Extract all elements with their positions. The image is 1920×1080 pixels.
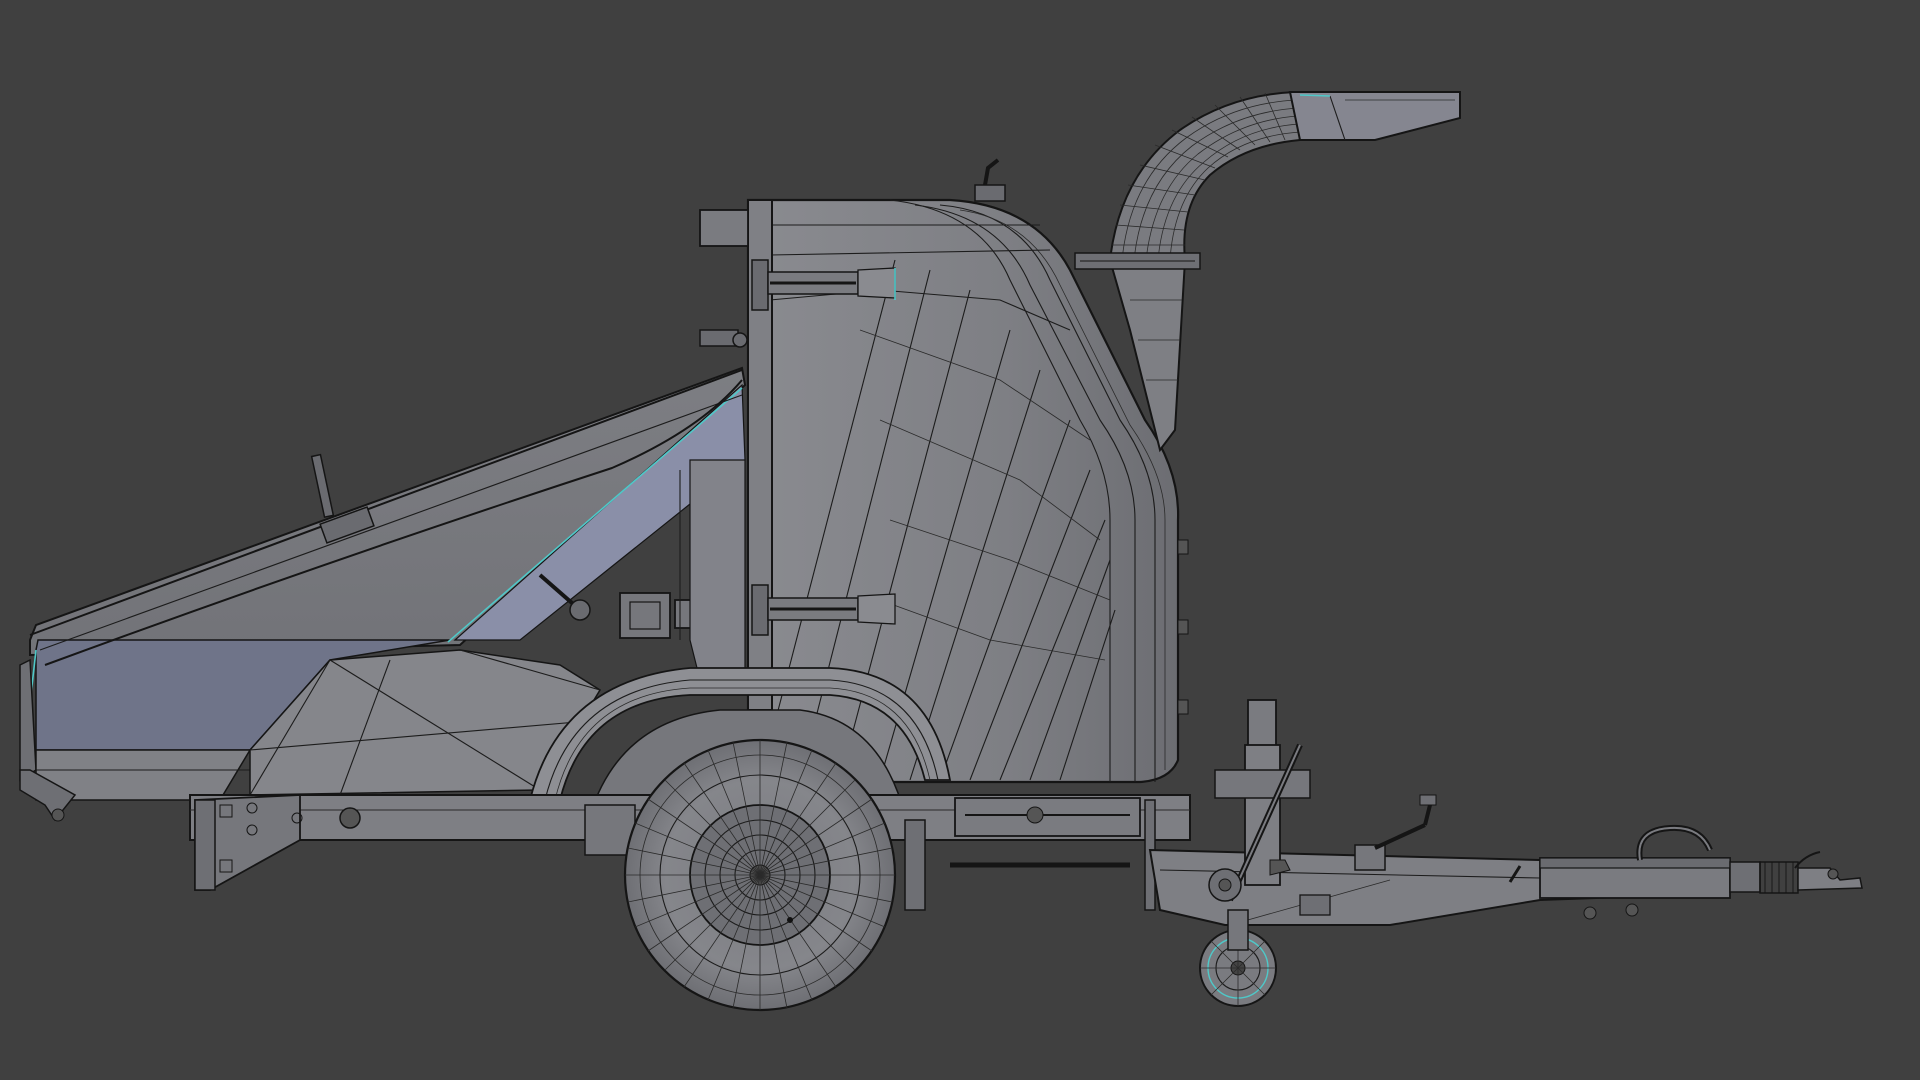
main-wheel-icon[interactable] — [623, 738, 897, 1012]
feed-hopper-icon[interactable] — [19, 366, 747, 801]
coupling-bellows — [1759, 861, 1799, 894]
3d-viewport[interactable] — [0, 0, 1920, 1080]
hitch-coupling-icon[interactable] — [1539, 824, 1863, 899]
chipper-model[interactable] — [0, 0, 1920, 1080]
